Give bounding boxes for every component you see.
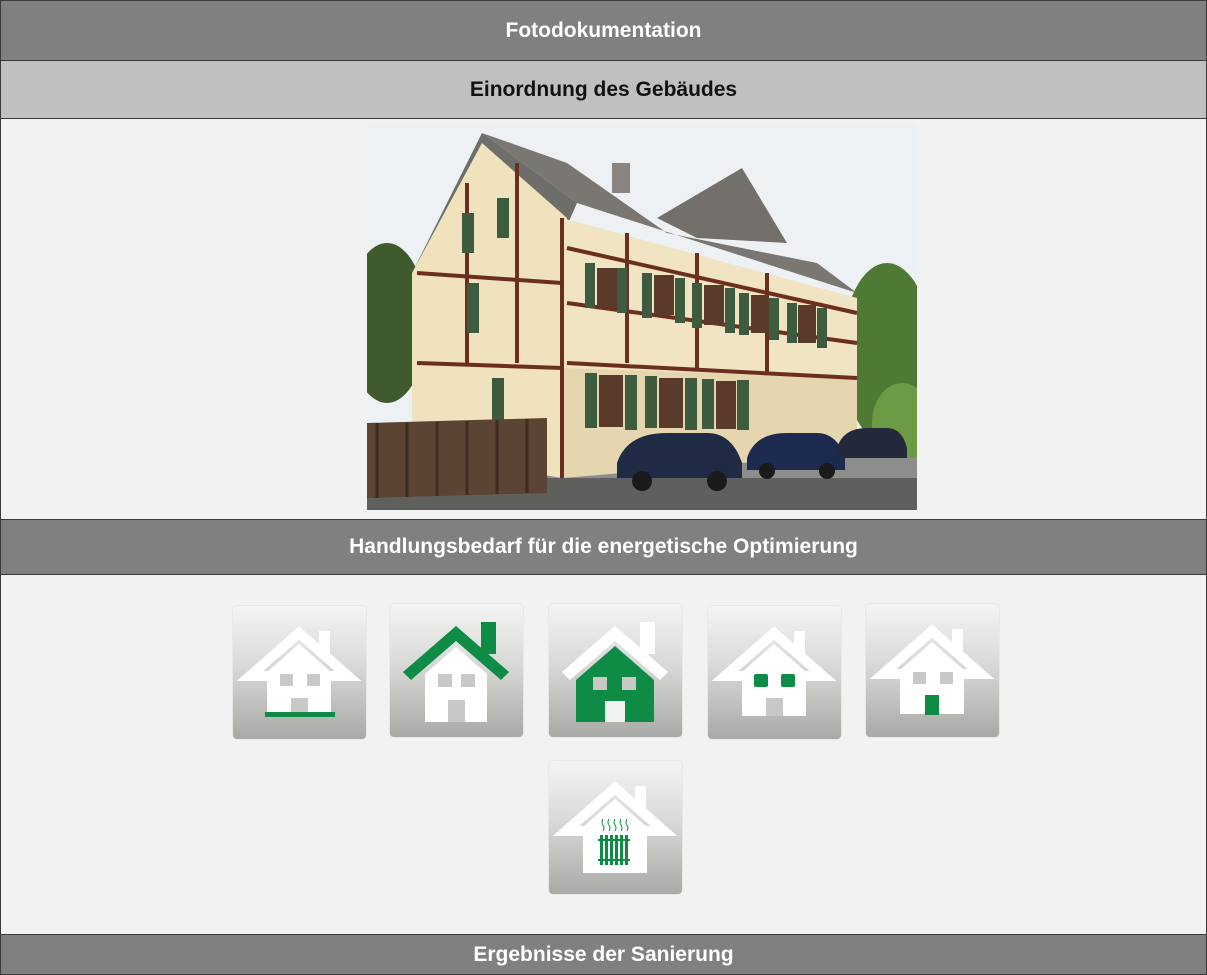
building-photo-panel: [0, 118, 1207, 519]
building-photo: [367, 123, 917, 510]
measures-panel: [0, 574, 1207, 934]
section-title-results: Ergebnisse der Sanierung: [473, 942, 734, 966]
house-heating-icon: [549, 761, 682, 894]
section-header-building: Einordnung des Gebäudes: [0, 60, 1207, 118]
house-floor-insulation-icon: [233, 606, 366, 739]
section-header-action: Handlungsbedarf für die energetische Opt…: [0, 519, 1207, 574]
house-wall-insulation-icon: [549, 604, 682, 737]
document-header-title: Fotodokumentation: [505, 18, 702, 42]
house-windows-icon: [708, 606, 841, 739]
section-title-action: Handlungsbedarf für die energetische Opt…: [349, 535, 858, 558]
photo-documentation-page: Fotodokumentation Einordnung des Gebäude…: [0, 0, 1207, 975]
section-title-building: Einordnung des Gebäudes: [469, 77, 738, 101]
house-roof-insulation-icon: [390, 604, 523, 737]
document-header: Fotodokumentation: [0, 0, 1207, 60]
section-header-results: Ergebnisse der Sanierung: [0, 934, 1207, 975]
house-door-icon: [866, 604, 999, 737]
half-timbered-house-photo: [367, 123, 917, 510]
